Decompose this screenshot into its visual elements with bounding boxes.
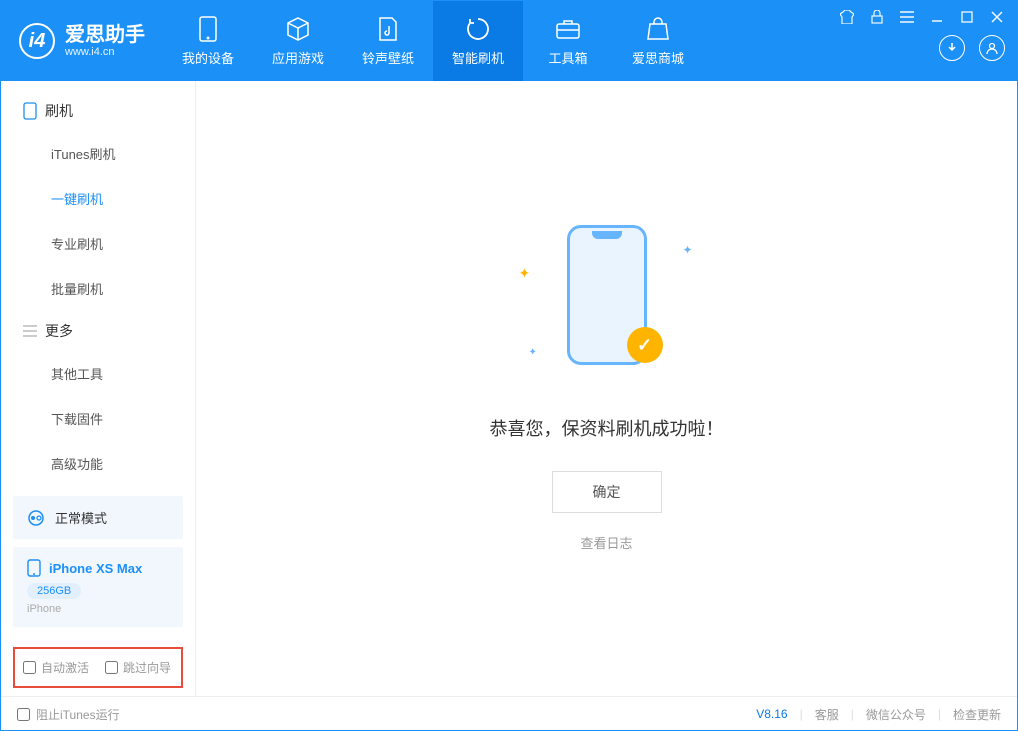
version-label: V8.16 xyxy=(756,707,787,721)
device-icon xyxy=(195,16,221,42)
ok-button[interactable]: 确定 xyxy=(552,471,662,513)
checkmark-badge-icon: ✓ xyxy=(627,327,663,363)
success-illustration: ✦ ✦ ✦ ✓ xyxy=(547,225,667,385)
wechat-link[interactable]: 微信公众号 xyxy=(866,706,926,723)
tab-my-device[interactable]: 我的设备 xyxy=(163,1,253,81)
view-log-link[interactable]: 查看日志 xyxy=(580,533,632,552)
phone-small-icon xyxy=(23,102,37,120)
device-name: iPhone XS Max xyxy=(49,561,142,576)
checkbox-block-itunes[interactable]: 阻止iTunes运行 xyxy=(17,706,120,723)
logo-icon: i4 xyxy=(19,23,55,59)
tab-ringtones[interactable]: 铃声壁纸 xyxy=(343,1,433,81)
sidebar: 刷机 iTunes刷机 一键刷机 专业刷机 批量刷机 更多 其他工具 下载固件 … xyxy=(1,81,196,696)
app-url: www.i4.cn xyxy=(65,46,145,58)
sidebar-section-flash: 刷机 xyxy=(1,91,195,131)
lock-icon[interactable] xyxy=(869,9,885,25)
user-icon[interactable] xyxy=(979,35,1005,61)
sidebar-item-other-tools[interactable]: 其他工具 xyxy=(1,351,195,396)
sidebar-item-pro-flash[interactable]: 专业刷机 xyxy=(1,221,195,266)
sidebar-item-firmware[interactable]: 下载固件 xyxy=(1,396,195,441)
close-icon[interactable] xyxy=(989,9,1005,25)
sidebar-item-advanced[interactable]: 高级功能 xyxy=(1,441,195,486)
tab-smart-flash[interactable]: 智能刷机 xyxy=(433,1,523,81)
main-tabs: 我的设备 应用游戏 铃声壁纸 智能刷机 工具箱 爱思商城 xyxy=(163,1,827,81)
support-link[interactable]: 客服 xyxy=(815,706,839,723)
sidebar-item-batch-flash[interactable]: 批量刷机 xyxy=(1,266,195,311)
minimize-icon[interactable] xyxy=(929,9,945,25)
cube-icon xyxy=(285,16,311,42)
device-small-icon xyxy=(27,559,41,577)
sidebar-item-itunes-flash[interactable]: iTunes刷机 xyxy=(1,131,195,176)
music-file-icon xyxy=(375,16,401,42)
sparkle-icon: ✦ xyxy=(683,243,691,251)
list-icon xyxy=(23,325,37,337)
refresh-shield-icon xyxy=(465,16,491,42)
window-controls xyxy=(827,1,1017,81)
skin-icon[interactable] xyxy=(839,9,855,25)
main-content: ✦ ✦ ✦ ✓ 恭喜您，保资料刷机成功啦！ 确定 查看日志 xyxy=(196,81,1017,696)
tab-toolbox[interactable]: 工具箱 xyxy=(523,1,613,81)
download-icon[interactable] xyxy=(939,35,965,61)
device-capacity: 256GB xyxy=(27,583,81,599)
checkbox-skip-guide[interactable]: 跳过向导 xyxy=(105,659,171,676)
menu-icon[interactable] xyxy=(899,9,915,25)
check-update-link[interactable]: 检查更新 xyxy=(953,706,1001,723)
device-mode-box[interactable]: 正常模式 xyxy=(13,496,183,539)
tab-store[interactable]: 爱思商城 xyxy=(613,1,703,81)
tab-apps[interactable]: 应用游戏 xyxy=(253,1,343,81)
app-header: i4 爱思助手 www.i4.cn 我的设备 应用游戏 铃声壁纸 智能刷机 工具… xyxy=(1,1,1017,81)
maximize-icon[interactable] xyxy=(959,9,975,25)
success-message: 恭喜您，保资料刷机成功啦！ xyxy=(490,415,724,441)
sidebar-section-more: 更多 xyxy=(1,311,195,351)
checkbox-auto-activate[interactable]: 自动激活 xyxy=(23,659,89,676)
app-name: 爱思助手 xyxy=(65,24,145,46)
sparkle-icon: ✦ xyxy=(529,347,537,355)
mode-label: 正常模式 xyxy=(55,508,107,527)
logo-area: i4 爱思助手 www.i4.cn xyxy=(1,1,163,81)
status-bar: 阻止iTunes运行 V8.16 | 客服 | 微信公众号 | 检查更新 xyxy=(1,696,1017,731)
bag-icon xyxy=(645,16,671,42)
device-type: iPhone xyxy=(27,603,169,615)
sync-icon xyxy=(27,509,45,527)
toolbox-icon xyxy=(555,16,581,42)
device-info-box[interactable]: iPhone XS Max 256GB iPhone xyxy=(13,547,183,627)
sparkle-icon: ✦ xyxy=(519,265,527,273)
sidebar-item-oneclick-flash[interactable]: 一键刷机 xyxy=(1,176,195,221)
highlighted-options: 自动激活 跳过向导 xyxy=(13,647,183,688)
